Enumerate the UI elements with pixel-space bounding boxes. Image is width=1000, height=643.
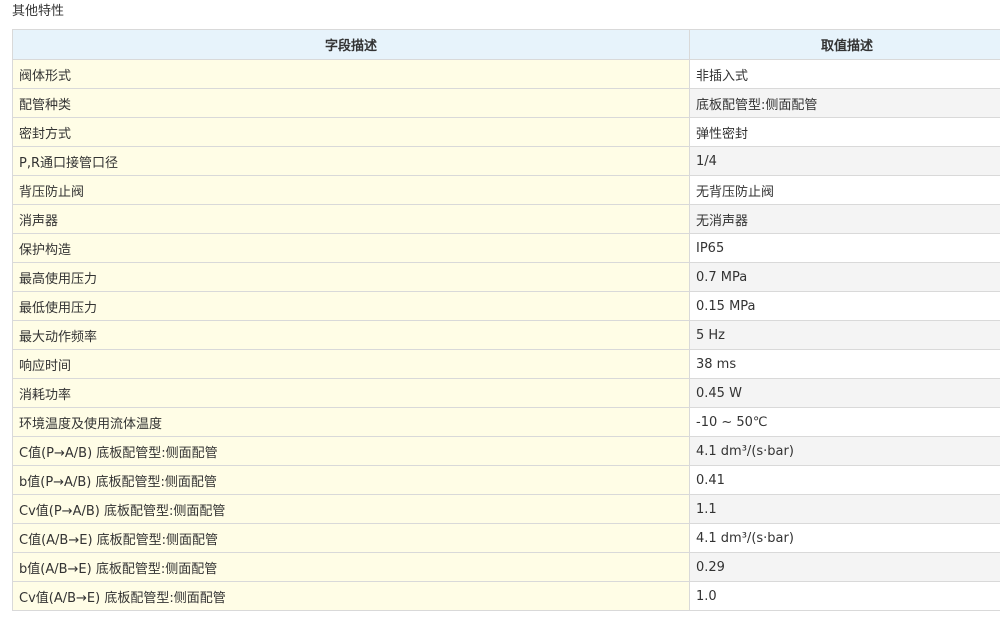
- value-cell: 底板配管型:侧面配管: [689, 88, 1000, 118]
- table-row: 最高使用压力 0.7 MPa: [12, 262, 1000, 292]
- value-cell: 无背压防止阀: [689, 175, 1000, 205]
- value-cell: 0.29: [689, 552, 1000, 582]
- field-cell: C值(P→A/B) 底板配管型:侧面配管: [12, 436, 690, 466]
- field-cell: b值(P→A/B) 底板配管型:侧面配管: [12, 465, 690, 495]
- table-row: b值(A/B→E) 底板配管型:侧面配管 0.29: [12, 552, 1000, 582]
- value-cell: 4.1 dm³/(s·bar): [689, 523, 1000, 553]
- section-title: 其他特性: [12, 4, 65, 19]
- value-cell: 0.15 MPa: [689, 291, 1000, 321]
- value-cell: 38 ms: [689, 349, 1000, 379]
- field-cell: 背压防止阀: [12, 175, 690, 205]
- table-row: 环境温度及使用流体温度 -10 ~ 50℃: [12, 407, 1000, 437]
- field-cell: Cv值(A/B→E) 底板配管型:侧面配管: [12, 581, 690, 611]
- table-row: 背压防止阀 无背压防止阀: [12, 175, 1000, 205]
- field-cell: 最大动作频率: [12, 320, 690, 350]
- field-cell: 消耗功率: [12, 378, 690, 408]
- value-cell: IP65: [689, 233, 1000, 263]
- table-row: 保护构造 IP65: [12, 233, 1000, 263]
- table-row: 最大动作频率 5 Hz: [12, 320, 1000, 350]
- field-cell: 响应时间: [12, 349, 690, 379]
- field-cell: P,R通口接管口径: [12, 146, 690, 176]
- table-row: Cv值(A/B→E) 底板配管型:侧面配管 1.0: [12, 581, 1000, 611]
- value-cell: 1/4: [689, 146, 1000, 176]
- table-row: 配管种类 底板配管型:侧面配管: [12, 88, 1000, 118]
- value-cell: 无消声器: [689, 204, 1000, 234]
- table-row: b值(P→A/B) 底板配管型:侧面配管 0.41: [12, 465, 1000, 495]
- field-cell: 最高使用压力: [12, 262, 690, 292]
- table-row: Cv值(P→A/B) 底板配管型:侧面配管 1.1: [12, 494, 1000, 524]
- value-cell: -10 ~ 50℃: [689, 407, 1000, 437]
- table-row: 响应时间 38 ms: [12, 349, 1000, 379]
- field-cell: 环境温度及使用流体温度: [12, 407, 690, 437]
- table-row: 阀体形式 非插入式: [12, 59, 1000, 89]
- value-cell: 0.41: [689, 465, 1000, 495]
- field-cell: 消声器: [12, 204, 690, 234]
- field-cell: b值(A/B→E) 底板配管型:侧面配管: [12, 552, 690, 582]
- header-field-description: 字段描述: [12, 29, 690, 60]
- table-row: C值(A/B→E) 底板配管型:侧面配管 4.1 dm³/(s·bar): [12, 523, 1000, 553]
- field-cell: 最低使用压力: [12, 291, 690, 321]
- field-cell: Cv值(P→A/B) 底板配管型:侧面配管: [12, 494, 690, 524]
- value-cell: 1.0: [689, 581, 1000, 611]
- field-cell: 保护构造: [12, 233, 690, 263]
- table-row: C值(P→A/B) 底板配管型:侧面配管 4.1 dm³/(s·bar): [12, 436, 1000, 466]
- table-row: P,R通口接管口径 1/4: [12, 146, 1000, 176]
- value-cell: 弹性密封: [689, 117, 1000, 147]
- table-row: 消声器 无消声器: [12, 204, 1000, 234]
- field-cell: 阀体形式: [12, 59, 690, 89]
- table-row: 消耗功率 0.45 W: [12, 378, 1000, 408]
- field-cell: 配管种类: [12, 88, 690, 118]
- table-header-row: 字段描述 取值描述: [12, 29, 1000, 60]
- value-cell: 非插入式: [689, 59, 1000, 89]
- value-cell: 1.1: [689, 494, 1000, 524]
- header-value-description: 取值描述: [689, 29, 1000, 60]
- table-row: 密封方式 弹性密封: [12, 117, 1000, 147]
- field-cell: 密封方式: [12, 117, 690, 147]
- table-row: 最低使用压力 0.15 MPa: [12, 291, 1000, 321]
- value-cell: 5 Hz: [689, 320, 1000, 350]
- field-cell: C值(A/B→E) 底板配管型:侧面配管: [12, 523, 690, 553]
- spec-table: 字段描述 取值描述 阀体形式 非插入式 配管种类 底板配管型:侧面配管 密封方式 弹性…: [12, 29, 1000, 611]
- value-cell: 4.1 dm³/(s·bar): [689, 436, 1000, 466]
- value-cell: 0.7 MPa: [689, 262, 1000, 292]
- value-cell: 0.45 W: [689, 378, 1000, 408]
